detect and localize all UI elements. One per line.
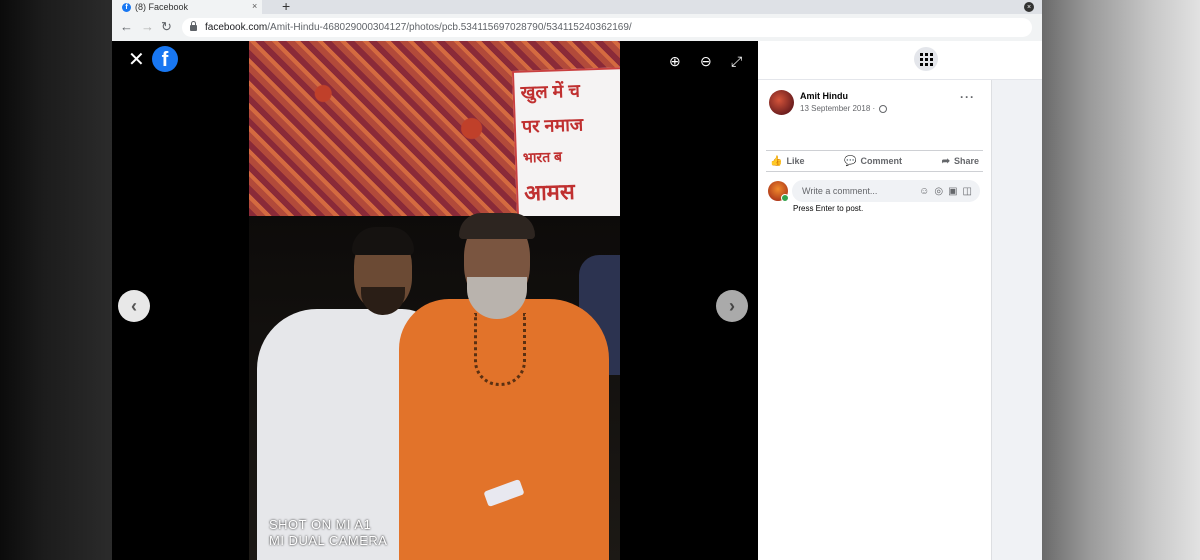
url-path: /Amit-Hindu-468029000304127/photos/pcb.5…	[267, 22, 632, 33]
comment-icon: 💬	[844, 155, 857, 167]
zoom-out-icon[interactable]: ⊖	[700, 53, 712, 70]
author-avatar[interactable]	[769, 90, 794, 115]
window-close-icon[interactable]: ×	[1024, 2, 1034, 12]
post-timestamp[interactable]: 13 September 2018 ·	[800, 104, 888, 113]
camera-watermark: SHOT ON MI A1 MI DUAL CAMERA	[269, 517, 387, 549]
banner-line: पर नमाज	[521, 114, 584, 137]
sadhu-hair	[459, 213, 535, 239]
tab-close-icon[interactable]: ×	[252, 1, 257, 11]
lock-icon	[190, 20, 197, 31]
next-photo-button[interactable]: ›	[716, 290, 748, 322]
post-side-panel: Amit Hindu 13 September 2018 · ··· 👍 Lik…	[758, 41, 1042, 560]
emoji-icon[interactable]: ☺	[919, 186, 929, 197]
back-arrow-icon[interactable]: ←	[120, 19, 133, 34]
sticker-icon[interactable]: ◫	[963, 186, 972, 197]
watermark-line: SHOT ON MI A1	[269, 517, 372, 532]
zoom-in-icon[interactable]: ⊕	[669, 53, 681, 70]
banner-line: खुल में च	[520, 80, 581, 103]
blurred-background-right	[1042, 0, 1200, 560]
comment-label: Comment	[860, 156, 903, 166]
panel-header	[758, 41, 1042, 80]
blurred-background-left	[0, 0, 112, 560]
comment-input[interactable]	[800, 185, 904, 197]
browser-window: f (8) Facebook × + × ← → ↻ facebook.com /…	[112, 0, 1042, 560]
reload-icon[interactable]: ↻	[161, 19, 172, 35]
new-tab-button[interactable]: +	[282, 0, 290, 14]
tab-strip: f (8) Facebook × + ×	[112, 0, 1042, 14]
share-icon: ➦	[941, 155, 950, 167]
comment-tools: ☺ ◎ ▣ ◫	[919, 186, 972, 197]
gif-icon[interactable]: ▣	[948, 186, 957, 197]
thumbs-up-icon: 👍	[770, 155, 783, 167]
banner-line: भारत ब	[522, 148, 563, 166]
photo-viewer: ✕ f खुल में च पर नमाज भारत ब आमस SHOT ON…	[112, 41, 758, 560]
comment-button[interactable]: 💬 Comment	[844, 156, 902, 167]
man-hair	[352, 227, 414, 255]
fullscreen-icon[interactable]: ⤢	[731, 53, 742, 70]
forward-arrow-icon[interactable]: →	[141, 19, 154, 34]
share-button[interactable]: ➦ Share	[942, 156, 979, 167]
comment-composer[interactable]: ☺ ◎ ▣ ◫	[792, 180, 980, 202]
post-actions: 👍 Like 💬 Comment ➦ Share	[766, 150, 983, 172]
user-avatar[interactable]	[768, 181, 789, 202]
camera-icon[interactable]: ◎	[934, 186, 943, 197]
panel-gutter	[991, 80, 1042, 560]
online-status-icon	[781, 194, 789, 202]
post-details: Amit Hindu 13 September 2018 · ··· 👍 Lik…	[758, 80, 991, 560]
share-label: Share	[953, 156, 979, 166]
photo: खुल में च पर नमाज भारत ब आमस SHOT ON MI …	[249, 41, 620, 560]
close-icon[interactable]: ✕	[128, 47, 145, 72]
previous-photo-button[interactable]: ‹	[118, 290, 150, 322]
banner-line: आमस	[523, 178, 576, 206]
tab-facebook[interactable]: f (8) Facebook ×	[112, 0, 262, 14]
address-bar[interactable]: facebook.com/Amit-Hindu-468029000304127/…	[182, 18, 1032, 37]
bead-necklace	[474, 313, 526, 386]
like-button[interactable]: 👍 Like	[770, 156, 804, 167]
more-options-button[interactable]: ···	[960, 90, 975, 104]
like-label: Like	[786, 156, 805, 166]
facebook-favicon-icon: f	[122, 2, 131, 12]
menu-grid-icon[interactable]	[914, 47, 938, 71]
url-host: facebook.com	[205, 22, 268, 33]
press-enter-hint: Press Enter to post.	[793, 204, 864, 213]
post-date-text: 13 September 2018 ·	[800, 104, 876, 113]
author-name[interactable]: Amit Hindu	[800, 91, 848, 101]
globe-icon	[879, 104, 888, 113]
tab-title: (8) Facebook	[135, 2, 189, 12]
browser-toolbar: ← → ↻ facebook.com/Amit-Hindu-4680290003…	[112, 14, 1042, 42]
facebook-logo-icon[interactable]: f	[152, 46, 178, 72]
watermark-line: MI DUAL CAMERA	[269, 533, 388, 548]
